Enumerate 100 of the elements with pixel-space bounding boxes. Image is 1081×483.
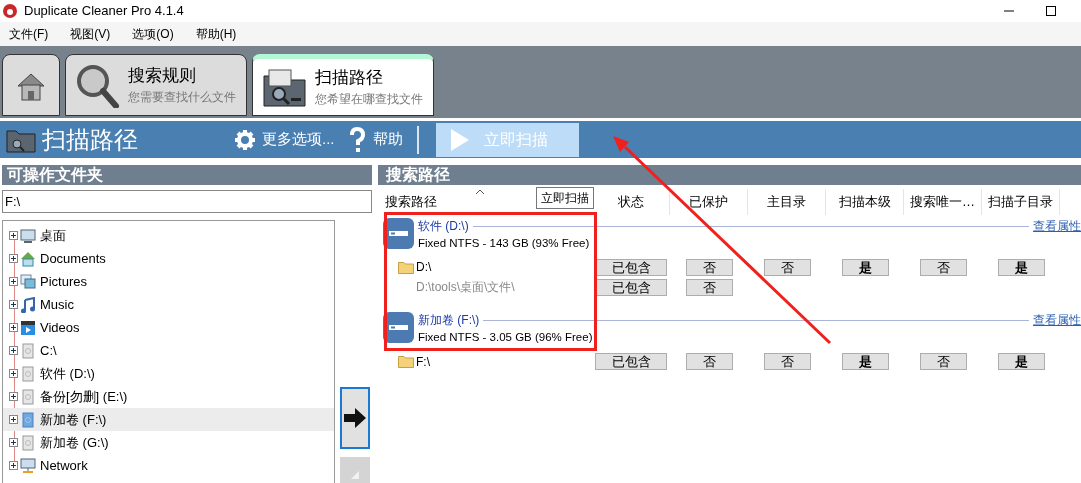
drive-icon [20,365,36,382]
toggle-button[interactable]: 是 [997,258,1045,276]
music-note-icon [20,296,36,313]
path-label: F:\ [416,353,430,371]
window-title: Duplicate Cleaner Pro 4.1.4 [24,2,184,21]
tooltip: 立即扫描 [536,187,594,209]
toolbar-title: 扫描路径 [42,124,139,155]
expand-icon[interactable] [9,277,18,286]
monitor-icon [20,227,36,244]
toggle-button[interactable]: 否 [763,353,811,370]
toggle-button[interactable]: 否 [685,258,733,276]
toggle-button[interactable]: 已包含 [595,353,667,370]
drive-icon [383,218,414,249]
column-header[interactable]: 主目录 [748,189,826,215]
tree-item[interactable]: C:\ [3,339,334,362]
drive-name: 新加卷 (F:\) [418,312,480,330]
expand-icon[interactable] [9,369,18,378]
tree-item[interactable]: Documents [3,247,334,270]
drive-name: 软件 (D:\) [418,218,469,235]
drive-icon [383,312,414,344]
tree-item[interactable]: 备份[勿删] (E:\) [3,385,334,408]
tree-item[interactable]: Pictures [3,270,334,293]
magnifier-icon [74,62,120,108]
toggle-button[interactable]: 否 [763,258,811,276]
tree-item[interactable]: Music [3,293,334,316]
expand-icon[interactable] [9,323,18,332]
help-button[interactable]: 帮助 [348,126,403,153]
path-label: D:\tools\桌面\文件\ [415,279,515,297]
drive-info: Fixed NTFS - 143 GB (93% Free) [418,236,590,251]
column-header[interactable]: 扫描本级 [826,189,904,215]
column-header[interactable]: 搜索唯一… [904,189,982,215]
menu-item[interactable]: 帮助(H) [194,25,238,43]
properties-link[interactable]: 查看属性 [1033,311,1081,330]
toggle-button[interactable]: 否 [685,353,733,370]
column-header[interactable]: 已保护 [670,189,748,215]
tab-subtitle: 您需要查找什么文件 [128,89,236,106]
tab-subtitle: 您希望在哪查找文件 [315,91,423,108]
right-arrow-icon [343,406,367,430]
tab[interactable] [2,54,60,116]
add-path-button[interactable] [340,387,370,449]
tab-title: 搜索规则 [128,65,197,87]
expand-icon[interactable] [9,415,18,424]
tree-item[interactable]: 新加卷 (F:\) [3,408,334,431]
drive-info: Fixed NTFS - 3.05 GB (96% Free) [418,330,593,346]
menu-item[interactable]: 视图(V) [69,25,112,43]
left-arrow-icon [351,471,359,479]
play-icon [449,127,470,152]
panel-header: 搜索路径 [378,165,1081,185]
tree-label: 备份[勿删] (E:\) [40,387,128,406]
help-icon [348,126,365,153]
tree-item[interactable]: 桌面 [3,224,334,247]
panel-header: 可操作文件夹 [2,165,372,185]
drive-icon [20,434,36,451]
toggle-button[interactable]: 否 [919,258,967,276]
tree-label: C:\ [40,341,57,360]
expand-icon[interactable] [9,231,18,240]
network-icon [20,457,36,474]
app-icon [2,3,18,19]
tree-item[interactable]: 新加卷 (G:\) [3,431,334,454]
gear-icon [234,128,256,151]
expand-icon[interactable] [9,461,18,470]
drive-icon [20,342,36,359]
maximize-icon[interactable] [1045,5,1057,17]
toggle-button[interactable]: 已包含 [595,258,667,276]
tree-label: Videos [40,318,80,337]
toggle-button[interactable]: 否 [685,278,733,296]
toggle-button[interactable]: 是 [997,353,1045,370]
toggle-button[interactable]: 是 [841,258,889,276]
expand-icon[interactable] [9,300,18,309]
expand-icon[interactable] [9,392,18,401]
path-label: D:\ [416,259,432,277]
path-field[interactable]: F:\ [2,190,372,213]
drive-icon [20,411,36,428]
film-icon [20,319,36,336]
toggle-button[interactable]: 是 [841,353,889,370]
expand-icon[interactable] [9,346,18,355]
tree-item[interactable]: Videos [3,316,334,339]
tab-title: 扫描路径 [315,67,384,89]
tree-item[interactable]: 软件 (D:\) [3,362,334,385]
tab[interactable]: 搜索规则 您需要查找什么文件 [65,54,247,116]
tree-label: Music [40,295,74,314]
menu-item[interactable]: 选项(O) [131,25,175,43]
tree-label: Pictures [40,272,87,291]
tab[interactable]: 扫描路径 您希望在哪查找文件 [252,54,434,116]
drive-icon [20,388,36,405]
menu-item[interactable]: 文件(F) [8,25,50,43]
more-options-button[interactable]: 更多选项... [234,128,335,151]
toggle-button[interactable]: 已包含 [595,278,667,296]
house-icon [20,250,36,267]
tree-item[interactable]: Network [3,454,334,477]
folder-icon [398,355,414,368]
expand-icon[interactable] [9,438,18,447]
sort-caret-icon [475,189,485,195]
column-header[interactable]: 扫描子目录 [982,189,1060,215]
tree-label: 软件 (D:\) [40,364,95,383]
tree-label: Network [40,456,88,475]
properties-link[interactable]: 查看属性 [1033,217,1081,235]
toggle-button[interactable]: 否 [919,353,967,370]
tree-label: 桌面 [40,226,66,245]
expand-icon[interactable] [9,254,18,263]
